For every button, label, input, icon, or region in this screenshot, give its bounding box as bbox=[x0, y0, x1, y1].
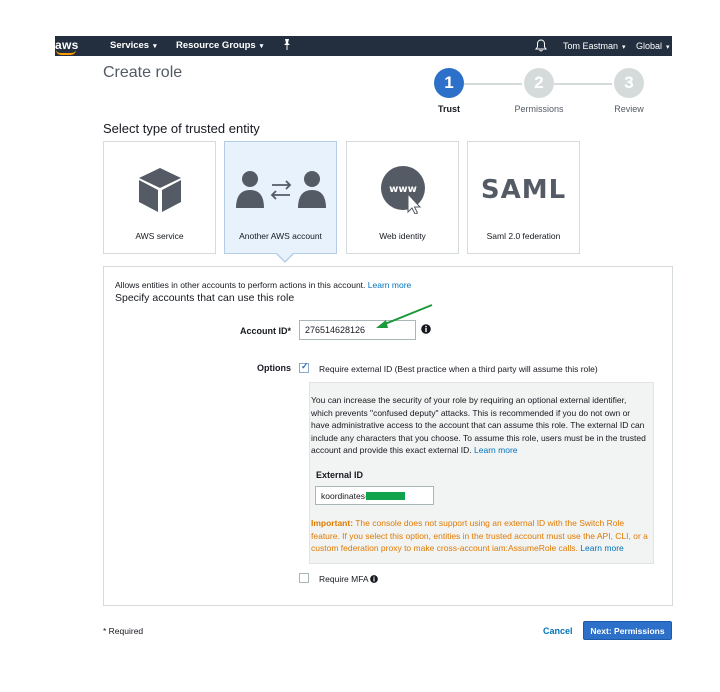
require-external-id-label: Require external ID (Best practice when … bbox=[319, 364, 598, 374]
aws-logo-smile bbox=[56, 50, 76, 55]
wizard-step-3: 3 bbox=[614, 68, 644, 98]
wizard-step-1: 1 bbox=[434, 68, 464, 98]
chevron-down-icon: ▾ bbox=[153, 43, 157, 50]
annotation-arrow-icon bbox=[376, 304, 433, 328]
region-name: Global bbox=[636, 41, 663, 51]
tile-label: Web identity bbox=[379, 231, 426, 241]
account-id-label: Account ID* bbox=[239, 326, 291, 336]
tile-icon-wrap bbox=[225, 166, 336, 214]
checkmark-icon: ✓ bbox=[301, 361, 309, 371]
wizard-connector bbox=[554, 83, 612, 85]
info-icon[interactable] bbox=[369, 575, 378, 583]
saml-logo: SAML bbox=[480, 175, 567, 205]
tile-label: Another AWS account bbox=[239, 231, 322, 241]
cancel-button[interactable]: Cancel bbox=[543, 626, 573, 636]
wizard-step-label-review: Review bbox=[614, 104, 644, 114]
important-learn-more-link[interactable]: Learn more bbox=[580, 543, 623, 553]
wizard-step-label-permissions: Permissions bbox=[514, 104, 564, 114]
selection-pointer-fill bbox=[277, 253, 293, 261]
external-info-learn-more-link[interactable]: Learn more bbox=[474, 445, 517, 455]
cube-icon bbox=[138, 168, 181, 212]
options-label: Options bbox=[257, 363, 291, 373]
account-transfer-icon bbox=[235, 171, 326, 208]
wizard-step-label-trust: Trust bbox=[437, 104, 460, 114]
panel-subtitle: Specify accounts that can use this role bbox=[115, 292, 295, 304]
chevron-down-icon: ▾ bbox=[259, 43, 264, 50]
bell-icon[interactable] bbox=[535, 39, 547, 52]
wizard-connector bbox=[464, 83, 522, 85]
tile-another-aws-account[interactable]: Another AWS account bbox=[224, 141, 337, 254]
require-mfa-checkbox[interactable] bbox=[299, 573, 309, 583]
redaction-mark bbox=[366, 492, 405, 500]
chevron-down-icon: ▾ bbox=[622, 44, 626, 51]
tile-saml-federation[interactable]: SAML Saml 2.0 federation bbox=[467, 141, 580, 254]
services-menu[interactable]: Services ▾ bbox=[110, 40, 157, 51]
svg-text:www: www bbox=[389, 184, 417, 195]
important-warning: Important: The console does not support … bbox=[311, 517, 651, 555]
external-id-info: You can increase the security of your ro… bbox=[311, 394, 649, 457]
region-menu[interactable]: Global ▾ bbox=[636, 41, 670, 51]
required-note: * Required bbox=[103, 626, 144, 636]
section-title: Select type of trusted entity bbox=[103, 121, 260, 136]
important-label: Important: bbox=[311, 518, 354, 528]
require-external-id-checkbox[interactable]: ✓ bbox=[299, 361, 309, 373]
chevron-down-icon: ▾ bbox=[666, 44, 670, 51]
user-menu[interactable]: Tom Eastman ▾ bbox=[563, 41, 626, 51]
user-name: Tom Eastman bbox=[563, 41, 619, 51]
tile-web-identity[interactable]: www Web identity bbox=[346, 141, 459, 254]
learn-more-link[interactable]: Learn more bbox=[368, 280, 411, 290]
tile-aws-service[interactable]: AWS service bbox=[103, 141, 216, 254]
tile-label: AWS service bbox=[135, 231, 184, 241]
panel-description: Allows entities in other accounts to per… bbox=[115, 280, 411, 290]
description-text: Allows entities in other accounts to per… bbox=[115, 280, 366, 290]
require-mfa-label: Require MFA bbox=[319, 574, 378, 584]
tile-icon-wrap: SAML bbox=[468, 166, 579, 214]
resource-groups-menu[interactable]: Resource Groups ▾ bbox=[176, 40, 263, 51]
external-id-label: External ID bbox=[316, 470, 364, 480]
require-mfa-text: Require MFA bbox=[319, 574, 369, 584]
page-title: Create role bbox=[103, 64, 183, 81]
tile-icon-wrap: www bbox=[347, 166, 458, 214]
resource-groups-menu-label: Resource Groups bbox=[176, 40, 256, 51]
tile-icon-wrap bbox=[104, 166, 215, 214]
services-menu-label: Services bbox=[110, 40, 150, 51]
wizard-step-2: 2 bbox=[524, 68, 554, 98]
tile-label: Saml 2.0 federation bbox=[486, 231, 561, 241]
wizard-steps: 1 2 3 Trust Permissions Review bbox=[430, 68, 650, 118]
top-navigation-bar: aws Services ▾ Resource Groups ▾ Tom Eastm… bbox=[55, 36, 672, 56]
pin-icon[interactable] bbox=[282, 38, 292, 52]
next-permissions-button[interactable]: Next: Permissions bbox=[583, 621, 672, 640]
www-icon: www bbox=[380, 166, 425, 214]
